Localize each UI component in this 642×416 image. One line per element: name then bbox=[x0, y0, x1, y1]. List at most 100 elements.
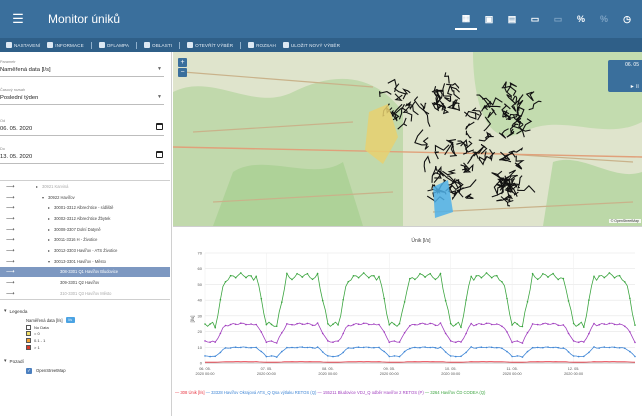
data-point[interactable] bbox=[475, 323, 478, 326]
data-point[interactable] bbox=[281, 350, 283, 353]
data-point[interactable] bbox=[296, 322, 298, 325]
data-point[interactable] bbox=[240, 272, 242, 274]
series-line[interactable] bbox=[204, 322, 636, 344]
time-player[interactable]: 06. 05 ▸ ॥ bbox=[608, 60, 642, 92]
data-point[interactable] bbox=[342, 332, 344, 335]
data-point[interactable] bbox=[357, 276, 360, 279]
data-point[interactable] bbox=[352, 347, 355, 349]
caret-right-icon[interactable]: ▸ bbox=[48, 237, 50, 242]
tree-item[interactable]: ⟶ 309-3301 Q2 Havířov bbox=[0, 277, 170, 288]
data-point[interactable] bbox=[357, 323, 360, 325]
loc-button[interactable]: ROZSAH bbox=[248, 42, 276, 48]
data-point[interactable] bbox=[229, 323, 232, 326]
tree-item[interactable]: ⟶ 310-3301 Q3 Havířov Město bbox=[0, 288, 170, 299]
data-point[interactable] bbox=[214, 326, 216, 329]
data-point[interactable] bbox=[296, 272, 298, 275]
data-point[interactable] bbox=[347, 280, 350, 283]
data-point[interactable] bbox=[398, 355, 401, 358]
data-point[interactable] bbox=[337, 324, 339, 326]
data-point[interactable] bbox=[286, 346, 288, 349]
arrow-right-icon[interactable]: ⟶ bbox=[6, 268, 15, 275]
data-point[interactable] bbox=[506, 350, 508, 353]
data-point[interactable] bbox=[332, 341, 334, 343]
data-point[interactable] bbox=[557, 346, 559, 349]
arrow-right-icon[interactable]: ⟶ bbox=[6, 236, 15, 243]
data-point[interactable] bbox=[480, 276, 483, 279]
arrow-right-icon[interactable]: ⟶ bbox=[6, 290, 15, 297]
data-point[interactable] bbox=[224, 347, 227, 349]
data-point[interactable] bbox=[362, 272, 365, 274]
data-point[interactable] bbox=[598, 323, 600, 326]
data-point[interactable] bbox=[296, 346, 298, 349]
data-point[interactable] bbox=[434, 347, 437, 349]
data-point[interactable] bbox=[352, 323, 355, 326]
data-point[interactable] bbox=[398, 322, 401, 325]
tree-item[interactable]: ⟶ ▸ 30012-3303 Havířov - ATS Životice bbox=[0, 245, 170, 256]
data-point[interactable] bbox=[547, 346, 549, 348]
play-pause-icon[interactable]: ▸ ॥ bbox=[631, 82, 639, 90]
data-point[interactable] bbox=[245, 323, 247, 326]
arrow-right-icon[interactable]: ⟶ bbox=[6, 258, 15, 265]
data-point[interactable] bbox=[583, 355, 585, 358]
data-point[interactable] bbox=[629, 297, 631, 300]
data-point[interactable] bbox=[434, 278, 437, 281]
data-point[interactable] bbox=[613, 277, 616, 279]
data-point[interactable] bbox=[624, 281, 626, 283]
data-point[interactable] bbox=[373, 346, 375, 349]
data-point[interactable] bbox=[490, 276, 493, 279]
data-point[interactable] bbox=[378, 346, 380, 349]
data-point[interactable] bbox=[409, 347, 411, 350]
caret-right-icon[interactable]: ▸ bbox=[48, 227, 50, 232]
data-point[interactable] bbox=[542, 323, 544, 325]
data-point[interactable] bbox=[429, 322, 432, 325]
data-point[interactable] bbox=[608, 346, 611, 349]
data-point[interactable] bbox=[362, 346, 365, 349]
data-point[interactable] bbox=[511, 324, 513, 326]
data-point[interactable] bbox=[577, 355, 580, 358]
data-point[interactable] bbox=[362, 322, 365, 325]
data-point[interactable] bbox=[291, 278, 293, 281]
data-point[interactable] bbox=[465, 351, 467, 354]
data-point[interactable] bbox=[414, 323, 416, 326]
data-point[interactable] bbox=[383, 331, 385, 333]
data-point[interactable] bbox=[368, 346, 370, 349]
data-point[interactable] bbox=[480, 346, 483, 348]
data-point[interactable] bbox=[270, 323, 273, 326]
data-point[interactable] bbox=[583, 341, 585, 343]
data-point[interactable] bbox=[414, 346, 416, 349]
tree-item[interactable]: ⟶ ▾ 30013-3301 Havířov - Město bbox=[0, 256, 170, 267]
data-point[interactable] bbox=[419, 272, 421, 275]
background-osm-option[interactable]: ✓ OpenStreetMap bbox=[26, 366, 170, 375]
data-point[interactable] bbox=[219, 332, 222, 335]
data-point[interactable] bbox=[311, 347, 314, 349]
data-point[interactable] bbox=[316, 322, 319, 324]
data-point[interactable] bbox=[572, 322, 575, 325]
data-point[interactable] bbox=[536, 278, 539, 281]
data-point[interactable] bbox=[327, 340, 329, 342]
data-point[interactable] bbox=[485, 322, 488, 325]
data-point[interactable] bbox=[634, 341, 636, 344]
data-point[interactable] bbox=[603, 276, 606, 279]
data-point[interactable] bbox=[506, 331, 508, 333]
caret-down-icon[interactable]: ▾ bbox=[42, 195, 44, 200]
data-point[interactable] bbox=[419, 346, 421, 349]
data-point[interactable] bbox=[603, 323, 606, 325]
data-point[interactable] bbox=[511, 341, 513, 344]
data-point[interactable] bbox=[219, 298, 222, 301]
chart-legend-entry[interactable]: — 155211 Bludovice VDJ_Q odběr Havířov 2… bbox=[318, 390, 425, 395]
data-point[interactable] bbox=[311, 278, 314, 281]
data-point[interactable] bbox=[460, 355, 462, 358]
map-table-icon[interactable]: ▦ bbox=[455, 8, 477, 30]
data-point[interactable] bbox=[521, 325, 524, 328]
zoom-in-button[interactable]: + bbox=[178, 58, 187, 67]
data-point[interactable] bbox=[342, 299, 344, 301]
data-point[interactable] bbox=[265, 341, 268, 344]
chart-legend-entry[interactable]: — 33328 Havířov Okrajová ATS_Q Qsa výtla… bbox=[206, 390, 318, 395]
data-point[interactable] bbox=[378, 275, 380, 278]
data-point[interactable] bbox=[332, 323, 334, 325]
data-point[interactable] bbox=[542, 346, 544, 349]
data-point[interactable] bbox=[352, 275, 355, 277]
data-point[interactable] bbox=[327, 323, 329, 325]
info-button[interactable]: INFORMACE bbox=[47, 42, 84, 48]
data-point[interactable] bbox=[624, 347, 626, 350]
